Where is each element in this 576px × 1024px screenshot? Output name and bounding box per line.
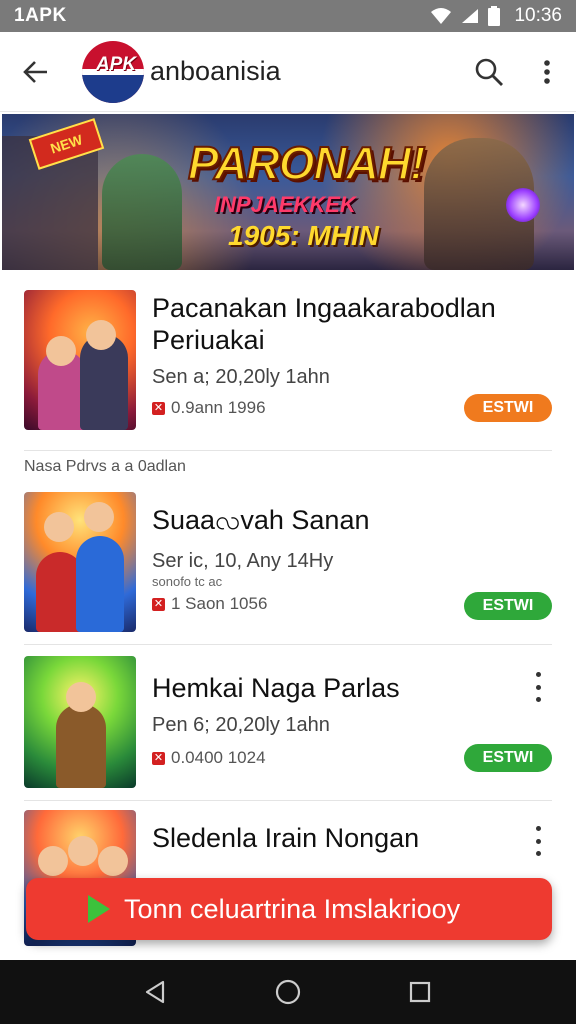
install-button[interactable]: ESTWI xyxy=(464,592,552,620)
nav-home-button[interactable] xyxy=(268,972,308,1012)
play-cta-button[interactable]: Tonn celuartrina Imslakriooy xyxy=(26,878,552,940)
divider xyxy=(24,800,552,801)
item-stat-text: 0.9ann 1996 xyxy=(171,398,266,417)
nav-back-button[interactable] xyxy=(136,972,176,1012)
divider xyxy=(24,644,552,645)
nav-back-icon xyxy=(145,980,165,1004)
signal-icon xyxy=(462,9,479,23)
search-icon xyxy=(475,58,503,86)
item-stat-text: 0.0400 1024 xyxy=(171,748,266,767)
list-item[interactable]: Pacanakan Ingaakarabodlan Periuakai Sen … xyxy=(0,290,576,440)
app-logo-text: APK xyxy=(95,53,137,75)
status-bar: 1APK 10:36 xyxy=(0,0,576,32)
banner-title: PARONAH! xyxy=(187,136,426,190)
game-thumbnail xyxy=(24,656,136,788)
divider xyxy=(24,450,552,451)
app-title: anboanisia xyxy=(150,56,281,86)
app-logo: APK xyxy=(82,40,144,103)
back-button[interactable] xyxy=(0,32,70,112)
nav-home-icon xyxy=(275,979,301,1005)
nav-recents-button[interactable] xyxy=(400,972,440,1012)
cta-label: Tonn celuartrina Imslakriooy xyxy=(124,893,461,924)
more-vert-icon xyxy=(544,59,550,84)
item-stat-text: 1 Saon 1056 xyxy=(171,594,268,613)
item-more-button[interactable] xyxy=(532,672,544,702)
banner-subtitle: INPJAEKKEK xyxy=(214,192,356,217)
app-bar: APK anboanisia xyxy=(0,32,576,112)
nav-recents-icon xyxy=(409,981,431,1003)
back-arrow-icon xyxy=(23,60,47,83)
item-meta-small: sonofo tc ac xyxy=(152,574,223,589)
item-stat: ✕ 0.0400 1024 xyxy=(152,748,266,768)
search-button[interactable] xyxy=(460,32,518,112)
status-carrier: 1APK xyxy=(14,5,67,26)
item-meta: Pen 6; 20,20ly 1ahn xyxy=(152,714,330,736)
item-meta: Sen a; 20,20ly 1ahn xyxy=(152,366,330,388)
more-vert-icon xyxy=(535,672,541,677)
play-icon xyxy=(88,895,110,923)
status-icons: 10:36 xyxy=(430,5,562,27)
promo-banner[interactable]: NEW PARONAH! INPJAEKKEK 1905: MHIN xyxy=(2,114,574,270)
item-title: Pacanakan Ingaakarabodlan Periuakai xyxy=(152,293,496,355)
item-title: Suaaလvah Sanan xyxy=(152,505,370,535)
overflow-menu-button[interactable] xyxy=(518,32,576,112)
stat-icon: ✕ xyxy=(152,401,165,415)
more-vert-icon xyxy=(535,826,541,831)
game-thumbnail xyxy=(24,492,136,632)
item-stat: ✕ 0.9ann 1996 xyxy=(152,398,266,418)
install-button[interactable]: ESTWI xyxy=(464,394,552,422)
banner-subtitle-2: 1905: MHIN xyxy=(228,220,379,251)
item-stat: ✕ 1 Saon 1056 xyxy=(152,594,267,614)
list-item[interactable]: Suaaလvah Sanan Ser ic, 10, Any 14Hy sono… xyxy=(0,492,576,632)
battery-icon xyxy=(488,6,501,26)
item-title: Sledenla Irain Nongan xyxy=(152,823,420,853)
banner-orb xyxy=(506,188,540,222)
status-time: 10:36 xyxy=(514,5,562,26)
banner-hero-left xyxy=(102,154,182,270)
list-item[interactable]: Hemkai Naga Parlas Pen 6; 20,20ly 1ahn ✕… xyxy=(0,656,576,788)
game-thumbnail xyxy=(24,290,136,430)
install-button[interactable]: ESTWI xyxy=(464,744,552,772)
system-nav-bar xyxy=(0,960,576,1024)
item-title: Hemkai Naga Parlas xyxy=(152,673,400,703)
wifi-icon xyxy=(431,8,452,24)
stat-icon: ✕ xyxy=(152,597,165,611)
stat-icon: ✕ xyxy=(152,751,165,765)
item-meta: Ser ic, 10, Any 14Hy xyxy=(152,550,334,572)
item-more-button[interactable] xyxy=(532,826,544,856)
section-label: Nasa Pdrvs a a 0adlan xyxy=(24,458,186,475)
